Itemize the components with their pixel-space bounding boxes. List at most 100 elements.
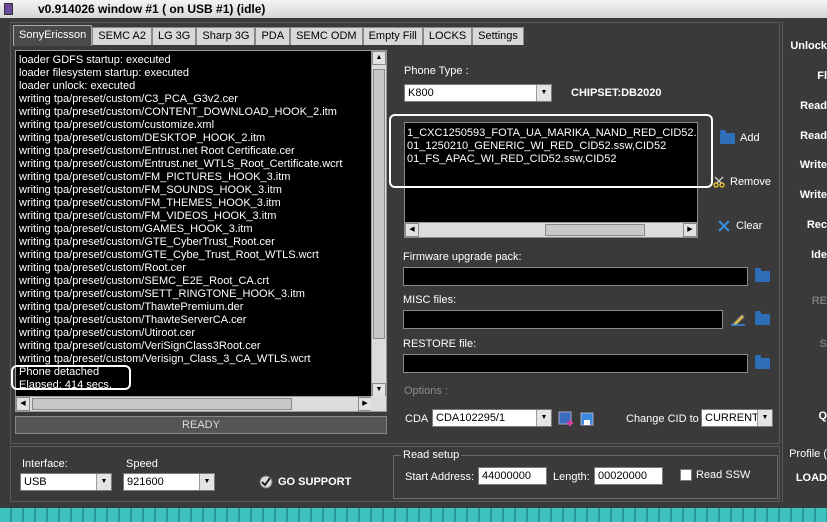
start-address-input[interactable]: 44000000 — [478, 467, 547, 485]
misc-files-input[interactable] — [403, 310, 723, 329]
tab-pda[interactable]: PDA — [255, 27, 291, 45]
tab-semc-odm[interactable]: SEMC ODM — [290, 27, 363, 45]
scroll-down-icon[interactable]: ▼ — [372, 383, 386, 397]
scroll-right-icon[interactable]: ▶ — [683, 223, 697, 237]
recover-button[interactable]: Rec — [807, 219, 827, 231]
write-button-1[interactable]: Write — [800, 159, 827, 171]
tab-empty-fill[interactable]: Empty Fill — [362, 27, 423, 45]
options-label: Options : — [404, 385, 449, 397]
log-line: loader GDFS startup: executed — [19, 54, 171, 66]
checkbox-icon[interactable] — [680, 469, 692, 482]
browse-restore-button[interactable] — [755, 355, 771, 372]
s-button[interactable]: S — [820, 338, 827, 350]
add-button[interactable]: Add — [720, 129, 760, 144]
scroll-right-icon[interactable]: ▶ — [358, 397, 372, 411]
read-button-1[interactable]: Read — [800, 100, 827, 112]
cda-select[interactable]: CDA102295/1 ▼ — [432, 409, 552, 427]
log-line: Phone detached — [19, 366, 100, 378]
re-button[interactable]: RE — [812, 295, 827, 307]
scroll-left-icon[interactable]: ◀ — [405, 223, 419, 237]
restore-file-input[interactable] — [403, 354, 748, 373]
chevron-down-icon[interactable]: ▼ — [536, 410, 551, 426]
chevron-down-icon[interactable]: ▼ — [536, 85, 551, 101]
chipset-label: CHIPSET:DB2020 — [571, 87, 662, 99]
phone-type-value: K800 — [408, 87, 434, 99]
browse-firmware-button[interactable] — [755, 268, 771, 285]
scroll-corner — [371, 396, 386, 411]
phone-type-select[interactable]: K800 ▼ — [404, 84, 552, 102]
write-button-2[interactable]: Write — [800, 189, 827, 201]
go-support-label: GO SUPPORT — [278, 476, 352, 488]
interface-select[interactable]: USB ▼ — [20, 473, 112, 491]
browse-misc-button[interactable] — [755, 311, 771, 328]
support-check-icon — [259, 475, 273, 489]
log-line: writing tpa/preset/custom/VeriSignClass3… — [19, 340, 261, 352]
log-line: writing tpa/preset/custom/CONTENT_DOWNLO… — [19, 106, 337, 118]
firmware-files-list[interactable]: 1_CXC1250593_FOTA_UA_MARIKA_NAND_RED_CID… — [404, 122, 698, 238]
scroll-up-icon[interactable]: ▲ — [372, 51, 386, 65]
length-input[interactable]: 00020000 — [594, 467, 663, 485]
interface-label: Interface: — [22, 458, 68, 470]
files-horizontal-scrollbar[interactable]: ◀ ▶ — [405, 222, 697, 237]
log-line: writing tpa/preset/custom/ThawteServerCA… — [19, 314, 247, 326]
log-line: loader unlock: executed — [19, 80, 136, 92]
scroll-thumb[interactable] — [545, 224, 645, 236]
log-line: writing tpa/preset/custom/GTE_Cybe_Trust… — [19, 249, 319, 261]
add-plus-icon — [558, 411, 573, 426]
edit-misc-button[interactable] — [730, 312, 746, 327]
status-ready: READY — [15, 416, 387, 434]
restore-file-label: RESTORE file: — [403, 338, 477, 350]
log-line: writing tpa/preset/custom/DESKTOP_HOOK_2… — [19, 132, 266, 144]
tab-sonyericsson[interactable]: SonyEricsson — [13, 25, 93, 46]
log-vertical-scrollbar[interactable]: ▲ ▼ — [371, 51, 386, 397]
read-ssw-label: Read SSW — [696, 469, 751, 481]
q-button[interactable]: Q — [818, 410, 827, 422]
change-cid-select[interactable]: CURRENT ▼ — [701, 409, 773, 427]
tab-sharp-3g[interactable]: Sharp 3G — [196, 27, 256, 45]
cda-add-button[interactable] — [558, 411, 574, 426]
log-line: writing tpa/preset/custom/Entrust.net_WT… — [19, 158, 343, 170]
log-line: writing tpa/preset/custom/Verisign_Class… — [19, 353, 311, 365]
interface-value: USB — [24, 476, 47, 488]
cda-save-button[interactable] — [579, 411, 595, 426]
log-line: writing tpa/preset/custom/SETT_RINGTONE_… — [19, 288, 305, 300]
folder-open-icon — [755, 355, 770, 369]
firmware-file-item[interactable]: 1_CXC1250593_FOTA_UA_MARIKA_NAND_RED_CID… — [407, 127, 697, 140]
tab-settings[interactable]: Settings — [472, 27, 524, 45]
remove-button[interactable]: Remove — [713, 176, 771, 188]
clear-button[interactable]: Clear — [717, 219, 762, 233]
tab-locks[interactable]: LOCKS — [422, 27, 473, 45]
firmware-files-items: 1_CXC1250593_FOTA_UA_MARIKA_NAND_RED_CID… — [407, 127, 697, 217]
folder-open-icon — [755, 311, 770, 325]
read-ssw-checkbox[interactable]: Read SSW — [680, 469, 751, 482]
identify-button[interactable]: Ide — [811, 249, 827, 261]
read-button-2[interactable]: Read — [800, 130, 827, 142]
chevron-down-icon[interactable]: ▼ — [757, 410, 772, 426]
speed-select[interactable]: 921600 ▼ — [123, 473, 215, 491]
scroll-left-icon[interactable]: ◀ — [16, 397, 30, 411]
firmware-file-item[interactable]: 01_FS_APAC_WI_RED_CID52.ssw,CID52 — [407, 153, 697, 166]
app-icon — [4, 3, 13, 15]
speed-label: Speed — [126, 458, 158, 470]
scroll-thumb[interactable] — [373, 69, 385, 339]
log-line: writing tpa/preset/custom/GAMES_HOOK_3.i… — [19, 223, 253, 235]
folder-open-icon — [720, 129, 735, 144]
scroll-thumb[interactable] — [32, 398, 292, 410]
load-button[interactable]: LOAD — [796, 472, 827, 484]
speed-value: 921600 — [127, 476, 164, 488]
log-horizontal-scrollbar[interactable]: ◀ ▶ — [16, 396, 372, 411]
log-line: writing tpa/preset/custom/FM_THEMES_HOOK… — [19, 197, 281, 209]
chevron-down-icon[interactable]: ▼ — [96, 474, 111, 490]
go-support-button[interactable]: GO SUPPORT — [259, 475, 351, 489]
tab-semc-a2[interactable]: SEMC A2 — [92, 27, 152, 45]
unlock-button[interactable]: Unlock — [790, 40, 827, 52]
chevron-down-icon[interactable]: ▼ — [199, 474, 214, 490]
firmware-pack-label: Firmware upgrade pack: — [403, 251, 522, 263]
cda-label: CDA — [405, 413, 429, 425]
tab-lg-3g[interactable]: LG 3G — [151, 27, 197, 45]
flash-button[interactable]: Fl — [817, 70, 827, 82]
log-line: writing tpa/preset/custom/GTE_CyberTrust… — [19, 236, 275, 248]
progress-strip — [0, 508, 827, 522]
firmware-file-item[interactable]: 01_1250210_GENERIC_WI_RED_CID52.ssw,CID5… — [407, 140, 697, 153]
firmware-pack-input[interactable] — [403, 267, 748, 286]
